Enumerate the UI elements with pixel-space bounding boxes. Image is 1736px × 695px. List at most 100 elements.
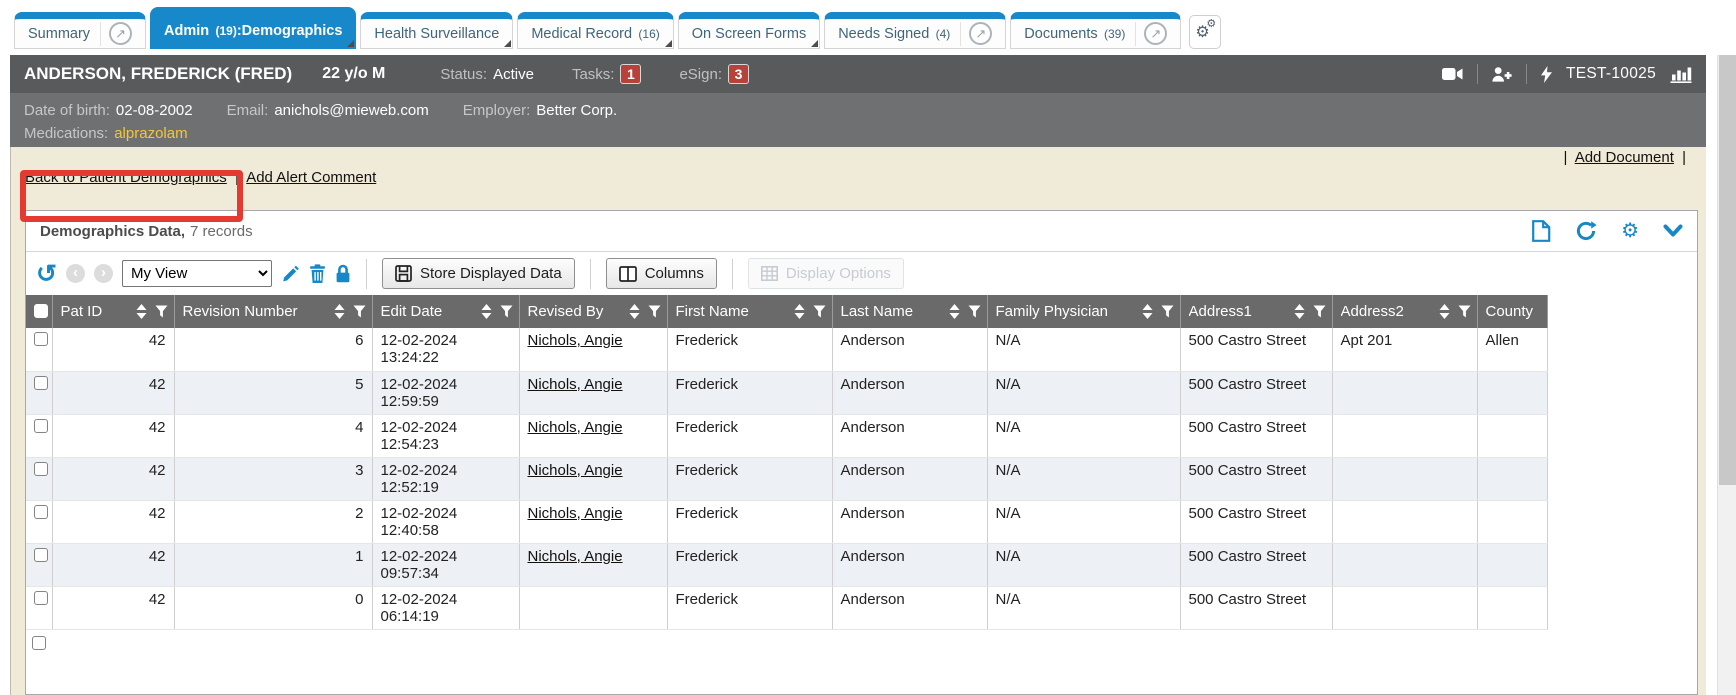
- cell-pat_id: 42: [52, 543, 174, 586]
- sort-icon[interactable]: [1294, 304, 1305, 319]
- filter-icon[interactable]: [1313, 305, 1326, 318]
- tasks-badge[interactable]: 1: [620, 64, 641, 84]
- filter-icon[interactable]: [968, 305, 981, 318]
- sort-icon[interactable]: [481, 304, 492, 319]
- view-select[interactable]: My View: [122, 260, 272, 287]
- tab-health-surveillance[interactable]: Health Surveillance: [360, 12, 513, 49]
- filter-icon[interactable]: [1458, 305, 1471, 318]
- popout-icon[interactable]: ↗: [1144, 22, 1167, 45]
- cell-sel: [26, 328, 52, 371]
- revised-by-link[interactable]: Nichols, Angie: [528, 462, 623, 479]
- column-label: Revised By: [528, 303, 629, 320]
- select-all-checkbox[interactable]: [34, 304, 48, 318]
- sort-icon[interactable]: [334, 304, 345, 319]
- edit-view-pencil-icon[interactable]: [281, 264, 300, 283]
- delete-view-trash-icon[interactable]: [309, 264, 326, 283]
- row-checkbox[interactable]: [34, 591, 48, 605]
- column-label: First Name: [676, 303, 794, 320]
- revised-by-link[interactable]: Nichols, Angie: [528, 419, 623, 436]
- revised-by-link[interactable]: Nichols, Angie: [528, 376, 623, 393]
- tab-on-screen-forms[interactable]: On Screen Forms: [678, 12, 820, 49]
- column-header-pat_id: Pat ID: [52, 295, 174, 328]
- cell-family_physician: N/A: [987, 586, 1180, 629]
- sort-icon[interactable]: [794, 304, 805, 319]
- filter-icon[interactable]: [155, 305, 168, 318]
- add-alert-comment-link[interactable]: Add Alert Comment: [246, 169, 376, 186]
- row-checkbox[interactable]: [34, 376, 48, 390]
- add-document-link[interactable]: Add Document: [1575, 149, 1674, 166]
- revised-by-link[interactable]: Nichols, Angie: [528, 548, 623, 565]
- row-checkbox[interactable]: [34, 419, 48, 433]
- row-checkbox[interactable]: [34, 332, 48, 346]
- filter-icon[interactable]: [1161, 305, 1174, 318]
- cell-pat_id: 42: [52, 500, 174, 543]
- refresh-icon[interactable]: [1575, 220, 1597, 242]
- prev-view-icon[interactable]: ‹: [66, 264, 85, 283]
- lightning-bolt-icon[interactable]: [1541, 66, 1552, 83]
- cell-address2: [1332, 414, 1477, 457]
- filter-icon[interactable]: [353, 305, 366, 318]
- undo-icon[interactable]: ↺: [36, 263, 57, 285]
- email-value: anichols@mieweb.com: [274, 102, 428, 119]
- cell-revised_by: [519, 586, 667, 629]
- email-label: Email:: [227, 102, 269, 119]
- row-checkbox[interactable]: [34, 505, 48, 519]
- new-document-icon[interactable]: [1531, 220, 1551, 242]
- tab-needs-signed[interactable]: Needs Signed (4)↗: [824, 12, 1006, 49]
- cell-county: [1477, 414, 1547, 457]
- table-row: 42512-02-202412:59:59Nichols, AngieFrede…: [26, 371, 1547, 414]
- tab-medical-record[interactable]: Medical Record (16): [517, 12, 673, 49]
- cell-sel: [26, 457, 52, 500]
- columns-button[interactable]: Columns: [606, 258, 717, 289]
- video-camera-icon[interactable]: [1442, 67, 1463, 81]
- medications-value[interactable]: alprazolam: [114, 125, 187, 142]
- employer-label: Employer:: [463, 102, 531, 119]
- cell-last_name: Anderson: [832, 586, 987, 629]
- cell-sel: [26, 414, 52, 457]
- esign-badge[interactable]: 3: [728, 64, 749, 84]
- scrollbar-thumb[interactable]: [1719, 55, 1736, 485]
- popout-icon[interactable]: ↗: [969, 22, 992, 45]
- bar-chart-icon[interactable]: [1670, 66, 1692, 83]
- popout-icon[interactable]: ↗: [109, 22, 132, 45]
- sort-icon[interactable]: [949, 304, 960, 319]
- column-header-sel[interactable]: [26, 295, 52, 328]
- lock-view-icon[interactable]: [335, 264, 351, 283]
- tab-menu-indicator: [665, 40, 672, 47]
- cell-family_physician: N/A: [987, 543, 1180, 586]
- divider: [732, 259, 733, 289]
- store-displayed-data-button[interactable]: Store Displayed Data: [382, 258, 575, 289]
- sort-icon[interactable]: [1142, 304, 1153, 319]
- filter-icon[interactable]: [500, 305, 513, 318]
- revised-by-link[interactable]: Nichols, Angie: [528, 332, 623, 349]
- tab-list: Summary↗Admin (19):DemographicsHealth Su…: [14, 7, 1181, 49]
- next-view-icon[interactable]: ›: [94, 264, 113, 283]
- cell-edit_date: 12-02-202412:59:59: [372, 371, 519, 414]
- sort-icon[interactable]: [629, 304, 640, 319]
- panel-settings-icon[interactable]: ⚙: [1621, 221, 1639, 241]
- tab-settings-button[interactable]: ⚙ ⚙: [1189, 15, 1221, 49]
- cell-county: [1477, 371, 1547, 414]
- vertical-scrollbar[interactable]: [1717, 55, 1736, 695]
- tab-admin[interactable]: Admin (19):Demographics: [150, 7, 356, 49]
- row-checkbox[interactable]: [34, 548, 48, 562]
- sort-icon[interactable]: [136, 304, 147, 319]
- tab-summary[interactable]: Summary↗: [14, 12, 146, 49]
- filter-icon[interactable]: [813, 305, 826, 318]
- sort-icon[interactable]: [1439, 304, 1450, 319]
- tab-menu-indicator: [504, 40, 511, 47]
- revised-by-link[interactable]: Nichols, Angie: [528, 505, 623, 522]
- back-to-demographics-link[interactable]: Back to Patient Demographics: [25, 169, 227, 186]
- table-body: 42612-02-202413:24:22Nichols, AngieFrede…: [26, 328, 1547, 629]
- cell-revision: 0: [174, 586, 372, 629]
- cell-pat_id: 42: [52, 586, 174, 629]
- add-person-icon[interactable]: [1492, 67, 1512, 82]
- tab-documents[interactable]: Documents (39)↗: [1010, 12, 1181, 49]
- cell-revision: 2: [174, 500, 372, 543]
- cell-last_name: Anderson: [832, 328, 987, 371]
- row-checkbox[interactable]: [32, 636, 46, 650]
- display-options-button[interactable]: Display Options: [748, 258, 904, 289]
- collapse-chevron-icon[interactable]: [1663, 224, 1683, 238]
- row-checkbox[interactable]: [34, 462, 48, 476]
- filter-icon[interactable]: [648, 305, 661, 318]
